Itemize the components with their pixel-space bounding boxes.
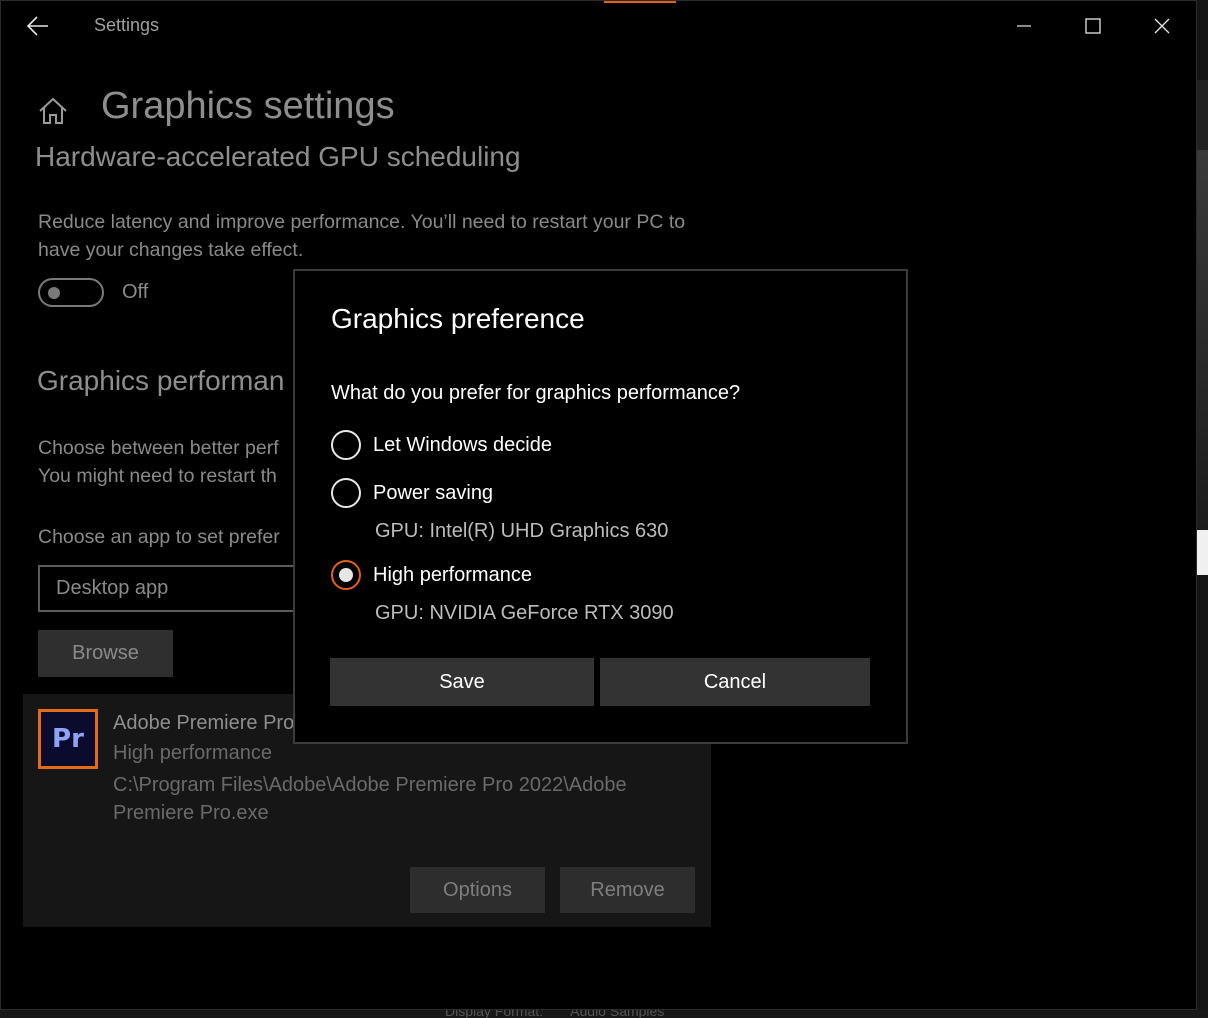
window-title: Settings <box>94 15 160 35</box>
radio-let-windows-decide[interactable]: Let Windows decide <box>331 429 552 461</box>
graphics-preference-dialog: Graphics preference What do you prefer f… <box>293 269 908 744</box>
choose-app-label: Choose an app to set prefer <box>38 526 280 548</box>
close-icon <box>1154 18 1170 34</box>
high-performance-gpu: GPU: NVIDIA GeForce RTX 3090 <box>375 602 674 624</box>
radio-dot <box>339 568 353 582</box>
back-arrow-icon <box>27 16 48 36</box>
back-button[interactable] <box>21 11 55 41</box>
page-title: Graphics settings <box>101 85 395 127</box>
dialog-question: What do you prefer for graphics performa… <box>331 382 741 404</box>
background-segment <box>1197 150 1208 530</box>
settings-window: Settings Graphics settings Hardware-acce… <box>0 0 1197 1010</box>
radio-label: Let Windows decide <box>373 433 552 456</box>
toggle-knob <box>48 287 60 299</box>
app-preference: High performance <box>113 742 272 764</box>
radio-label: High performance <box>373 563 532 586</box>
maximize-button[interactable] <box>1070 9 1116 43</box>
radio-label: Power saving <box>373 481 494 504</box>
premiere-pro-app-icon: Pr <box>38 709 98 769</box>
app-name: Adobe Premiere Pro <box>113 712 295 734</box>
maximize-icon <box>1085 18 1101 34</box>
description-line: Choose between better perf <box>38 437 279 459</box>
app-icon-glyph: Pr <box>41 712 95 766</box>
background-segment <box>1197 530 1208 575</box>
power-saving-gpu: GPU: Intel(R) UHD Graphics 630 <box>375 520 669 542</box>
radio-power-saving[interactable]: Power saving <box>331 477 493 509</box>
remove-button[interactable]: Remove <box>560 867 695 913</box>
home-button[interactable] <box>37 96 69 126</box>
browse-button[interactable]: Browse <box>38 630 173 677</box>
app-path: C:\Program Files\Adobe\Adobe Premiere Pr… <box>113 774 627 824</box>
radio-button[interactable] <box>331 478 361 508</box>
save-button[interactable]: Save <box>330 658 594 706</box>
close-button[interactable] <box>1139 9 1185 43</box>
graphics-performance-description: Choose between better perf You might nee… <box>38 434 279 490</box>
dialog-title: Graphics preference <box>331 303 585 334</box>
description-line: You might need to restart th <box>38 465 277 487</box>
home-icon <box>39 97 67 124</box>
gpu-scheduling-description: Reduce latency and improve performance. … <box>38 211 686 261</box>
options-button[interactable]: Options <box>410 867 545 913</box>
cancel-button[interactable]: Cancel <box>600 658 870 706</box>
radio-high-performance[interactable]: High performance <box>331 559 532 591</box>
toggle-state-label: Off <box>122 281 149 303</box>
gpu-scheduling-heading: Hardware-accelerated GPU scheduling <box>35 141 521 172</box>
radio-button[interactable] <box>331 430 361 460</box>
radio-button-selected[interactable] <box>331 560 361 590</box>
gpu-scheduling-toggle[interactable] <box>38 278 104 307</box>
title-bar: Settings <box>1 1 1196 51</box>
background-window-edge <box>1197 0 1208 1018</box>
minimize-button[interactable] <box>1001 9 1047 43</box>
minimize-icon <box>1017 25 1031 27</box>
background-segment <box>1197 80 1208 150</box>
graphics-performance-heading: Graphics performan <box>37 365 285 396</box>
